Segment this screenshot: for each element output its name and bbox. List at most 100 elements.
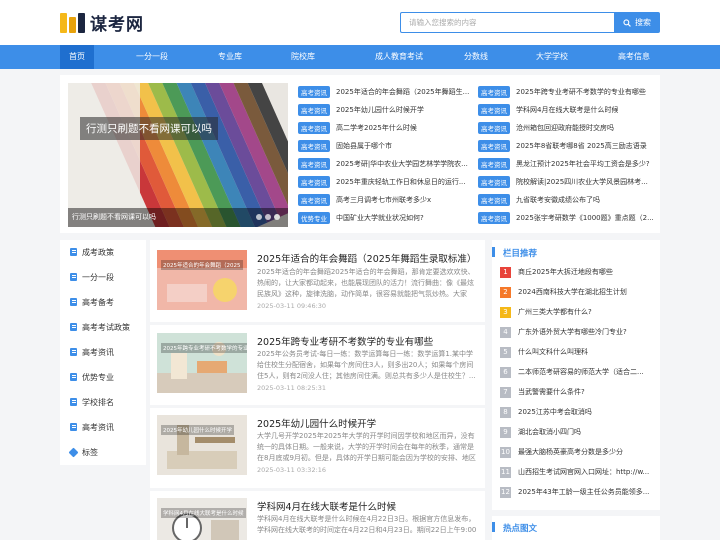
site-logo[interactable]: 谋考网	[60, 10, 144, 35]
nav-item-score-rank[interactable]: 一分一段	[128, 45, 176, 69]
top-news-item[interactable]: 高考资讯 2025年适合的年会舞蹈（2025年舞蹈生...	[298, 86, 470, 98]
news-title[interactable]: 九省联考安徽成绩公布了吗	[516, 195, 600, 205]
article-title[interactable]: 学科网4月在线大联考是什么时候	[257, 499, 396, 513]
news-title[interactable]: 沧州箱包回迎政府能授时交房吗	[516, 123, 614, 133]
news-title[interactable]: 2025张宇考研数学《1000题》重点题（2...	[516, 213, 654, 223]
top-news-item[interactable]: 高考资讯 2025张宇考研数学《1000题》重点题（2...	[478, 212, 654, 224]
news-title[interactable]: 2025年重庆轻轨工作日和休息日的运行...	[336, 177, 466, 187]
category-item[interactable]: 高考资讯	[70, 345, 114, 359]
banner-image[interactable]	[68, 83, 288, 227]
top-news-item[interactable]: 高考资讯 2025考研|华中农业大学园艺林学学院农...	[298, 158, 470, 170]
top-news-item[interactable]: 高考资讯 学科网4月在线大联考是什么时候	[478, 104, 654, 116]
top-news-item[interactable]: 高考资讯 九省联考安徽成绩公布了吗	[478, 194, 654, 206]
recommend-title[interactable]: 商丘2025年大拆迁地段有哪些	[518, 267, 663, 277]
top-news-item[interactable]: 高考资讯 高考三月调考七市州联考多少x	[298, 194, 470, 206]
news-title[interactable]: 高考三月调考七市州联考多少x	[336, 195, 431, 205]
news-title[interactable]: 2025考研|华中农业大学园艺林学学院农...	[336, 159, 468, 169]
recommend-title[interactable]: 湖北会取消小四门吗	[518, 427, 663, 437]
news-title[interactable]: 高二学考2025年什么时候	[336, 123, 417, 133]
search-button[interactable]: 搜索	[614, 12, 660, 33]
recommend-item[interactable]: 3 广州三类大学都有什么?	[500, 306, 663, 318]
recommend-item[interactable]: 11 山西招生考试网官网入口网址：http://w...	[500, 466, 663, 478]
recommend-title[interactable]: 当武警需要什么条件?	[518, 387, 663, 397]
nav-item-gaokao-info[interactable]: 高考信息	[613, 45, 655, 69]
article-thumbnail[interactable]: 2025年适合的年会舞蹈（2025	[157, 250, 247, 310]
recommend-title[interactable]: 2024西南科技大学在湖北招生计划	[518, 287, 663, 297]
recommend-item[interactable]: 12 2025年43年工龄一级主任公务员能领多...	[500, 486, 663, 498]
category-label: 一分一段	[82, 272, 114, 282]
news-title[interactable]: 2025年幼儿园什么时候开学	[336, 105, 424, 115]
category-item[interactable]: 高考资讯	[70, 420, 114, 434]
category-item[interactable]: 高考备考	[70, 295, 114, 309]
top-news-item[interactable]: 优势专业 中国矿业大学就业状况如何?	[298, 212, 470, 224]
search-input[interactable]	[400, 12, 615, 33]
nav-item-home[interactable]: 首页	[60, 45, 94, 69]
news-title[interactable]: 2025年跨专业考研不考数学的专业有哪些	[516, 87, 646, 97]
banner-dot[interactable]	[256, 214, 262, 220]
nav-item-universities[interactable]: 大学学校	[530, 45, 574, 69]
news-tag: 优势专业	[298, 212, 330, 224]
news-title[interactable]: 院校解读|2025四川农业大学风景园林考...	[516, 177, 648, 187]
recommend-item[interactable]: 9 湖北会取消小四门吗	[500, 426, 663, 438]
category-item[interactable]: 高考考试政策	[70, 320, 130, 334]
news-title[interactable]: 黑龙江预计2025年社会平均工资会是多少?	[516, 159, 650, 169]
top-news-item[interactable]: 高考资讯 2025年幼儿园什么时候开学	[298, 104, 470, 116]
nav-item-score-line[interactable]: 分数线	[458, 45, 494, 69]
top-news-item[interactable]: 高考资讯 院校解读|2025四川农业大学风景园林考...	[478, 176, 654, 188]
recommend-title[interactable]: 最强大脑杨英豪高考分数是多少分	[518, 447, 663, 457]
recommend-item[interactable]: 8 2025江苏中考会取消吗	[500, 406, 663, 418]
recommend-title[interactable]: 山西招生考试网官网入口网址：http://w...	[518, 467, 663, 477]
recommend-title[interactable]: 什么叫文科什么叫理科	[518, 347, 663, 357]
news-title[interactable]: 中国矿业大学就业状况如何?	[336, 213, 424, 223]
banner-caption[interactable]: 行测只刷题不看网课可以吗	[68, 208, 288, 227]
news-title[interactable]: 学科网4月在线大联考是什么时候	[516, 105, 618, 115]
nav-item-majors[interactable]: 专业库	[210, 45, 250, 69]
article-date: 2025-03-11 03:32:16	[257, 466, 327, 474]
recommend-item[interactable]: 1 商丘2025年大拆迁地段有哪些	[500, 266, 663, 278]
news-tag: 高考资讯	[478, 194, 510, 206]
category-item[interactable]: 一分一段	[70, 270, 114, 284]
recommend-item[interactable]: 2 2024西南科技大学在湖北招生计划	[500, 286, 663, 298]
recommend-item[interactable]: 7 当武警需要什么条件?	[500, 386, 663, 398]
banner-dot[interactable]	[265, 214, 271, 220]
article-summary: 大学几号开学2025年2025年大学的开学时间因学校和地区而异，没有统一的具体日…	[257, 432, 476, 462]
news-title[interactable]: 2025年适合的年会舞蹈（2025年舞蹈生...	[336, 87, 469, 97]
article-thumbnail[interactable]: 学科网4月在线大联考是什么时候	[157, 498, 247, 540]
recommend-title[interactable]: 2025年43年工龄一级主任公务员能领多...	[518, 487, 663, 497]
nav-item-colleges[interactable]: 院校库	[283, 45, 323, 69]
recommend-title[interactable]: 二本师范考研容易的师范大学（适合二...	[518, 367, 663, 377]
recommend-item[interactable]: 6 二本师范考研容易的师范大学（适合二...	[500, 366, 663, 378]
article-title[interactable]: 2025年幼儿园什么时候开学	[257, 416, 376, 430]
nav-item-adult-exam[interactable]: 成人教育考试	[360, 45, 438, 69]
recommend-item[interactable]: 10 最强大脑杨英豪高考分数是多少分	[500, 446, 663, 458]
recommend-item[interactable]: 5 什么叫文科什么叫理科	[500, 346, 663, 358]
article-summary: 2025年公务员考试-每日一练：数学运算每日一练：数学运算1.某中学给住校生分配…	[257, 350, 476, 380]
top-news-item[interactable]: 高考资讯 2025年8省联考哪8省 2025高三励志语录	[478, 140, 654, 152]
top-news-item[interactable]: 高考资讯 固始县属于哪个市	[298, 140, 470, 152]
category-item[interactable]: 优势专业	[70, 370, 114, 384]
recommend-item[interactable]: 4 广东外语外贸大学有哪些冷门专业?	[500, 326, 663, 338]
category-label: 高考考试政策	[82, 322, 130, 332]
banner-dot-active[interactable]	[274, 214, 280, 220]
category-item[interactable]: 成考政策	[70, 245, 114, 259]
article-title[interactable]: 2025年跨专业考研不考数学的专业有哪些	[257, 334, 433, 348]
recommend-title[interactable]: 广州三类大学都有什么?	[518, 307, 663, 317]
banner-title[interactable]: 行测只刷题不看网课可以吗	[80, 117, 218, 140]
article-thumbnail[interactable]: 2025年幼儿园什么时候开学	[157, 415, 247, 475]
category-item-tags[interactable]: 标签	[68, 445, 98, 459]
top-news-item[interactable]: 高考资讯 高二学考2025年什么时候	[298, 122, 470, 134]
top-news-item[interactable]: 高考资讯 沧州箱包回迎政府能授时交房吗	[478, 122, 654, 134]
news-title[interactable]: 2025年8省联考哪8省 2025高三励志语录	[516, 141, 647, 151]
top-news-item[interactable]: 高考资讯 黑龙江预计2025年社会平均工资会是多少?	[478, 158, 654, 170]
news-title[interactable]: 固始县属于哪个市	[336, 141, 392, 151]
category-item[interactable]: 学校排名	[70, 395, 114, 409]
top-news-item[interactable]: 高考资讯 2025年重庆轻轨工作日和休息日的运行...	[298, 176, 470, 188]
recommend-title[interactable]: 2025江苏中考会取消吗	[518, 407, 663, 417]
article-title[interactable]: 2025年适合的年会舞蹈（2025年舞蹈生录取标准）	[257, 251, 476, 265]
article-thumbnail[interactable]: 2025年跨专业考研不考数学的专业	[157, 333, 247, 393]
article-summary: 学科网4月在线大联考是什么时候在4月22日3日。根据官方信息发布，学科网在线大联…	[257, 515, 477, 534]
search-button-label: 搜索	[635, 18, 651, 27]
news-tag: 高考资讯	[298, 158, 330, 170]
recommend-title[interactable]: 广东外语外贸大学有哪些冷门专业?	[518, 327, 663, 337]
top-news-item[interactable]: 高考资讯 2025年跨专业考研不考数学的专业有哪些	[478, 86, 654, 98]
